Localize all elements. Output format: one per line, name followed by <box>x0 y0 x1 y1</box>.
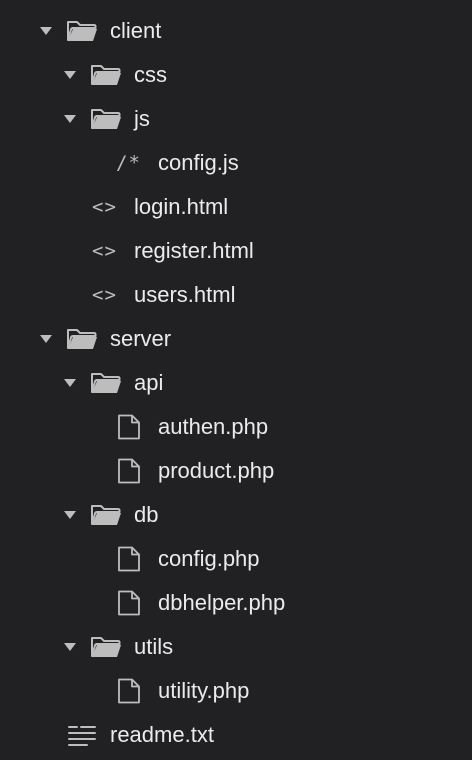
text-file-icon <box>68 713 96 757</box>
tree-item-label: readme.txt <box>110 722 214 747</box>
tree-item-authen-php[interactable]: authen.php <box>0 405 472 449</box>
folder-open-icon <box>90 97 122 141</box>
tree-item-users-html[interactable]: <> users.html <box>0 273 472 317</box>
tree-item-dbhelper-php[interactable]: dbhelper.php <box>0 581 472 625</box>
code-icon: <> <box>92 196 117 218</box>
tree-item-js[interactable]: js <box>0 97 472 141</box>
tree-item-label: login.html <box>134 194 229 219</box>
code-icon: <> <box>92 284 117 306</box>
tree-item-api[interactable]: api <box>0 361 472 405</box>
chevron-down-icon[interactable] <box>36 9 56 53</box>
folder-open-icon <box>66 317 98 361</box>
tree-item-readme-txt[interactable]: readme.txt <box>0 713 472 757</box>
file-tree: client css js /* config.js <> login.html… <box>0 0 472 760</box>
tree-item-label: register.html <box>134 238 254 263</box>
tree-item-label: css <box>134 62 167 87</box>
tree-item-label: users.html <box>134 282 236 307</box>
folder-open-icon <box>66 9 98 53</box>
file-icon <box>117 449 141 493</box>
chevron-down-icon[interactable] <box>36 317 56 361</box>
tree-item-label: db <box>134 502 159 527</box>
chevron-down-icon[interactable] <box>60 625 80 669</box>
folder-open-icon <box>90 625 122 669</box>
tree-item-utils[interactable]: utils <box>0 625 472 669</box>
tree-item-label: product.php <box>158 458 275 483</box>
tree-item-utility-php[interactable]: utility.php <box>0 669 472 713</box>
tree-item-label: dbhelper.php <box>158 590 286 615</box>
folder-open-icon <box>90 53 122 97</box>
chevron-down-icon[interactable] <box>60 53 80 97</box>
tree-item-label: server <box>110 326 172 351</box>
file-icon <box>117 537 141 581</box>
tree-item-css[interactable]: css <box>0 53 472 97</box>
tree-item-label: js <box>134 106 150 131</box>
folder-open-icon <box>90 361 122 405</box>
comment-icon: /* <box>116 152 141 174</box>
file-icon <box>117 581 141 625</box>
tree-item-label: client <box>110 18 162 43</box>
chevron-down-icon[interactable] <box>60 97 80 141</box>
tree-item-label: config.php <box>158 546 260 571</box>
tree-item-label: config.js <box>158 150 239 175</box>
tree-item-label: utility.php <box>158 678 250 703</box>
tree-item-login-html[interactable]: <> login.html <box>0 185 472 229</box>
chevron-down-icon[interactable] <box>60 493 80 537</box>
tree-item-product-php[interactable]: product.php <box>0 449 472 493</box>
chevron-down-icon[interactable] <box>60 361 80 405</box>
tree-item-config-php[interactable]: config.php <box>0 537 472 581</box>
tree-item-label: utils <box>134 634 174 659</box>
code-icon: <> <box>92 240 117 262</box>
tree-item-server[interactable]: server <box>0 317 472 361</box>
tree-item-label: api <box>134 370 164 395</box>
tree-item-register-html[interactable]: <> register.html <box>0 229 472 273</box>
tree-item-label: authen.php <box>158 414 269 439</box>
tree-item-client[interactable]: client <box>0 9 472 53</box>
file-icon <box>117 669 141 713</box>
file-icon <box>117 405 141 449</box>
tree-item-db[interactable]: db <box>0 493 472 537</box>
tree-item-config-js[interactable]: /* config.js <box>0 141 472 185</box>
folder-open-icon <box>90 493 122 537</box>
